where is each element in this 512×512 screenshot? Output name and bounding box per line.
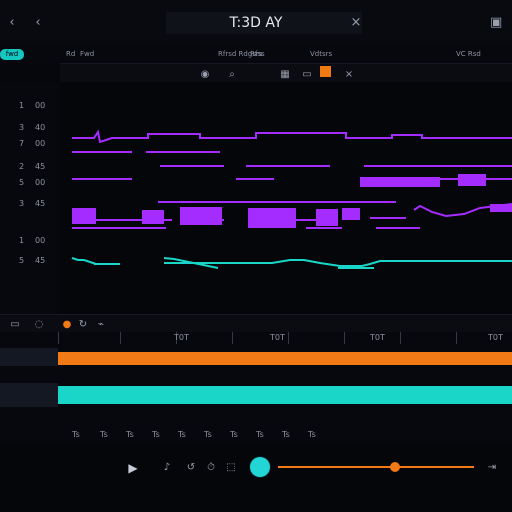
purple-block-9 bbox=[490, 204, 512, 212]
timeline-toolbar bbox=[0, 314, 512, 333]
ruler-right-5: 00 bbox=[35, 178, 46, 187]
timeline-label-1: Ts bbox=[72, 430, 80, 439]
play-icon[interactable]: ▶ bbox=[128, 461, 138, 475]
active-tool[interactable] bbox=[320, 66, 331, 77]
slider-knob[interactable] bbox=[390, 462, 400, 472]
close-icon-2[interactable]: × bbox=[342, 68, 356, 82]
skip-icon[interactable]: ⇥ bbox=[486, 461, 498, 475]
waveform-svg bbox=[71, 129, 512, 269]
timeline-label-10: Ts bbox=[308, 430, 316, 439]
purple-block-1 bbox=[72, 208, 96, 224]
ruler-tick-3: T0T bbox=[370, 333, 385, 342]
ruler-right-2: 40 bbox=[35, 123, 46, 132]
clip-icon[interactable]: ▭ bbox=[10, 318, 20, 332]
timeline-label-9: Ts bbox=[282, 430, 290, 439]
ruler-left-3: 7 bbox=[19, 139, 25, 148]
cyan-line-1 bbox=[71, 257, 512, 269]
track-header-cyan bbox=[0, 383, 58, 407]
window-title: T:3D AY bbox=[229, 15, 283, 31]
tool-icon[interactable]: ⌁ bbox=[96, 318, 106, 332]
timeline-label-8: Ts bbox=[256, 430, 264, 439]
timeline-label-5: Ts bbox=[178, 430, 186, 439]
left-ruler bbox=[0, 82, 58, 314]
playhead-knob[interactable] bbox=[250, 457, 270, 477]
ruler-left-1: 1 bbox=[19, 101, 25, 110]
timeline-label-7: Ts bbox=[230, 430, 238, 439]
tab-6[interactable]: VC Rsd bbox=[456, 50, 481, 59]
save-icon[interactable]: ▣ bbox=[490, 16, 502, 30]
purple-block-5 bbox=[316, 209, 338, 226]
mode-chip[interactable]: fwd bbox=[0, 49, 24, 60]
ruler-right-6: 45 bbox=[35, 199, 46, 208]
ruler-right-7: 00 bbox=[35, 236, 46, 245]
loop-icon-2[interactable]: ↺ bbox=[186, 461, 196, 475]
ruler-left-5: 5 bbox=[19, 178, 25, 187]
purple-line-1 bbox=[72, 129, 512, 144]
export-icon[interactable]: ⬚ bbox=[226, 461, 236, 475]
loop-icon[interactable]: ↻ bbox=[78, 318, 88, 332]
ruler-right-3: 00 bbox=[35, 139, 46, 148]
tab-4[interactable]: Rfss bbox=[250, 50, 265, 59]
timeline-label-4: Ts bbox=[152, 430, 160, 439]
purple-block-3 bbox=[180, 207, 222, 225]
purple-block-7 bbox=[360, 177, 440, 187]
mute-icon[interactable]: ◌ bbox=[34, 318, 44, 332]
purple-block-4 bbox=[248, 208, 296, 228]
tab-5[interactable]: Vdtsrs bbox=[310, 50, 332, 59]
timeline-label-6: Ts bbox=[204, 430, 212, 439]
track-header-orange bbox=[0, 348, 58, 366]
orange-track[interactable] bbox=[58, 352, 512, 365]
back-icon[interactable]: ‹ bbox=[6, 16, 18, 30]
cyan-track[interactable] bbox=[58, 386, 512, 404]
grid-icon[interactable]: ▭ bbox=[300, 68, 314, 82]
mic-icon[interactable]: ◉ bbox=[198, 68, 212, 82]
record-icon[interactable]: ● bbox=[62, 318, 72, 332]
layout-icon[interactable]: ▦ bbox=[278, 68, 292, 82]
track-view bbox=[60, 82, 512, 314]
timer-icon[interactable]: ⏱ bbox=[206, 461, 216, 475]
ruler-tick-1: T0T bbox=[174, 333, 189, 342]
timeline-label-3: Ts bbox=[126, 430, 134, 439]
ruler-tick-4: T0T bbox=[488, 333, 503, 342]
tab-2[interactable]: Fwd bbox=[80, 50, 94, 59]
volume-icon[interactable]: ♪ bbox=[162, 461, 172, 475]
search-icon[interactable]: ⌕ bbox=[225, 68, 239, 82]
ruler-right-4: 45 bbox=[35, 162, 46, 171]
purple-block-6 bbox=[342, 208, 360, 220]
tab-1[interactable]: Rd bbox=[66, 50, 75, 59]
purple-block-8 bbox=[458, 174, 486, 186]
ruler-left-7: 1 bbox=[19, 236, 25, 245]
position-slider[interactable] bbox=[278, 466, 474, 468]
ruler-right-8: 45 bbox=[35, 256, 46, 265]
purple-block-2 bbox=[142, 210, 164, 224]
ruler-right-1: 00 bbox=[35, 101, 46, 110]
ruler-left-6: 3 bbox=[19, 199, 25, 208]
timeline-label-2: Ts bbox=[100, 430, 108, 439]
ruler-tick-2: T0T bbox=[270, 333, 285, 342]
back-icon-2[interactable]: ‹ bbox=[32, 16, 44, 30]
ruler-left-4: 2 bbox=[19, 162, 25, 171]
close-icon[interactable]: × bbox=[350, 16, 362, 30]
ruler-left-8: 5 bbox=[19, 256, 25, 265]
ruler-left-2: 3 bbox=[19, 123, 25, 132]
transport-bar bbox=[0, 444, 512, 512]
